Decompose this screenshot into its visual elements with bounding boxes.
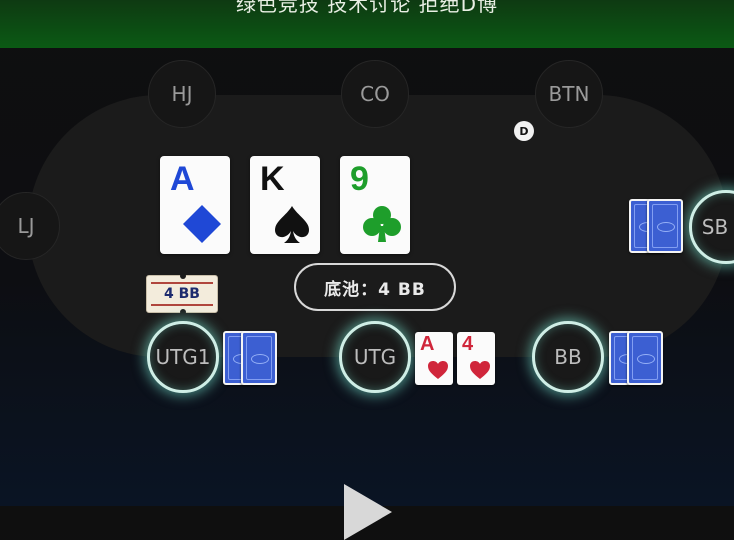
card-rank: A xyxy=(170,160,195,198)
club-icon xyxy=(363,206,401,242)
seat-label: SB xyxy=(701,215,729,239)
banner-text: 绿色竞技 技术讨论 拒绝D博 xyxy=(235,0,499,16)
bet-amount: 4 BB xyxy=(164,286,200,302)
board-card-2: K xyxy=(250,156,320,254)
spade-icon xyxy=(275,206,309,243)
pot-label: 底池：4 BB xyxy=(324,279,426,300)
utg1-card-back xyxy=(241,331,277,385)
card-rank: 9 xyxy=(350,160,369,198)
heart-icon xyxy=(428,361,448,379)
seat-label: LJ xyxy=(17,214,35,238)
card-rank: 4 xyxy=(462,333,474,355)
bet-chip: 4 BB xyxy=(146,273,218,315)
card-rank: K xyxy=(260,160,285,198)
chip-notch xyxy=(180,309,186,315)
seat-label: BB xyxy=(554,345,582,369)
board-card-1: A xyxy=(160,156,230,254)
dealer-button: D xyxy=(514,121,534,141)
seat-hj[interactable]: HJ xyxy=(148,60,216,128)
seat-btn[interactable]: BTN xyxy=(535,60,603,128)
seat-label: CO xyxy=(360,82,390,106)
play-icon[interactable] xyxy=(344,484,392,540)
seat-utg[interactable]: UTG xyxy=(339,321,411,393)
seat-label: BTN xyxy=(548,82,590,106)
chip-notch xyxy=(180,273,186,279)
hero-card-2: 4 xyxy=(457,332,495,385)
heart-icon xyxy=(470,361,490,379)
seat-label: UTG1 xyxy=(155,345,211,369)
seat-label: UTG xyxy=(353,345,397,369)
seat-utg1[interactable]: UTG1 xyxy=(147,321,219,393)
hero-card-1: A xyxy=(415,332,453,385)
diamond-icon xyxy=(183,205,221,243)
bb-card-back xyxy=(627,331,663,385)
pot-display: 底池：4 BB xyxy=(294,263,456,311)
card-rank: A xyxy=(420,333,435,355)
seat-label: HJ xyxy=(171,82,193,106)
seat-bb[interactable]: BB xyxy=(532,321,604,393)
board-card-3: 9 xyxy=(340,156,410,254)
sb-card-back xyxy=(647,199,683,253)
top-banner: 绿色竞技 技术讨论 拒绝D博 xyxy=(0,0,734,48)
seat-co[interactable]: CO xyxy=(341,60,409,128)
